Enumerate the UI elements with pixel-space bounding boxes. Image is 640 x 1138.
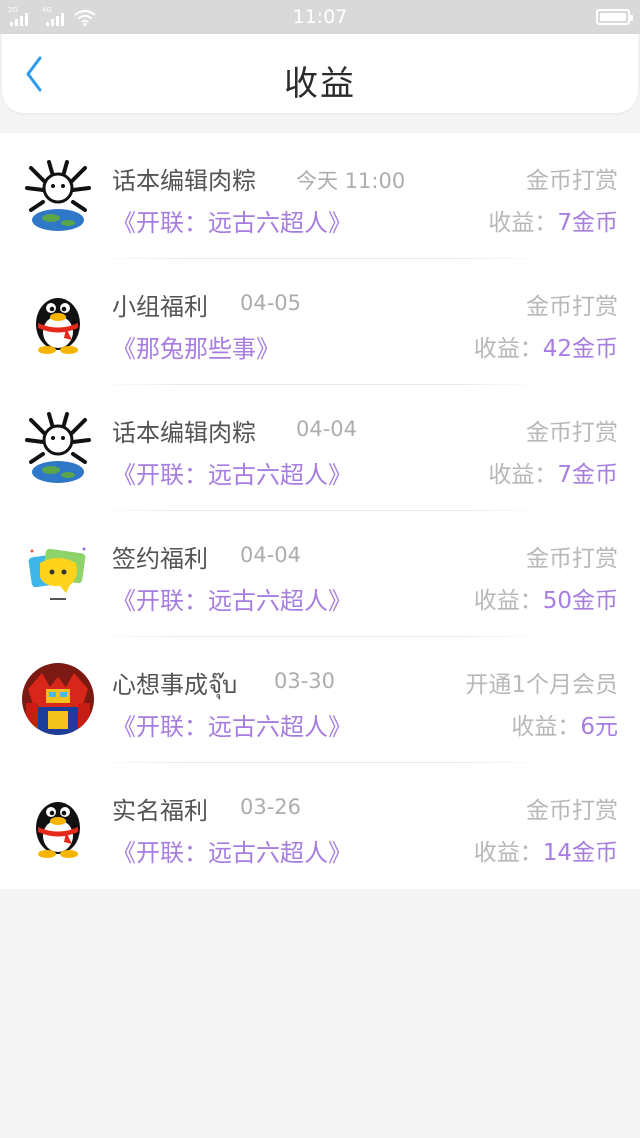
reward-type: 金币打赏: [526, 546, 618, 572]
qq-penguin-avatar: [22, 283, 94, 359]
income-amount: 收益：6元: [511, 707, 618, 741]
sender-name: 话本编辑肉粽: [112, 167, 256, 195]
book-title-link[interactable]: 《开联：远古六超人》: [112, 203, 352, 238]
income-amount: 收益：42金币: [474, 329, 618, 363]
qq-penguin-avatar: [22, 787, 94, 863]
list-item[interactable]: 签约福利 04-04 《开联：远古六超人》 金币打赏 收益：50金币: [0, 511, 640, 637]
book-title-link[interactable]: 《开联：远古六超人》: [112, 581, 352, 616]
sender-name: 话本编辑肉粽: [112, 419, 256, 447]
income-value: 6元: [580, 714, 618, 740]
chat-bubble-avatar: [22, 535, 94, 611]
income-label: 收益：: [488, 210, 558, 236]
list-item[interactable]: 心想事成จุ๊บ 03-30 《开联：远古六超人》 开通1个月会员 收益：6元: [0, 637, 640, 763]
sender-name: 小组福利: [112, 293, 208, 321]
income-label: 收益：: [473, 588, 543, 614]
date-label: 04-04: [296, 417, 358, 441]
reward-type: 金币打赏: [526, 294, 618, 320]
income-list: 话本编辑肉粽 今天 11:00 《开联：远古六超人》 金币打赏 收益：7金币 小…: [0, 133, 640, 889]
income-value: 42金币: [542, 336, 618, 362]
status-bar: 2G 4G 11:07: [0, 0, 640, 34]
book-title-link[interactable]: 《开联：远古六超人》: [112, 707, 352, 742]
book-title-link[interactable]: 《开联：远古六超人》: [112, 833, 352, 868]
date-label: 03-30: [274, 669, 336, 693]
robot-avatar: [22, 661, 94, 737]
income-label: 收益：: [473, 840, 543, 866]
date-label: 04-04: [240, 543, 302, 567]
status-time: 11:07: [292, 6, 348, 28]
income-label: 收益：: [488, 462, 558, 488]
reward-type: 开通1个月会员: [465, 672, 618, 698]
globe-avatar: [22, 409, 94, 485]
battery-icon: [596, 9, 633, 25]
list-item[interactable]: 话本编辑肉粽 今天 11:00 《开联：远古六超人》 金币打赏 收益：7金币: [0, 133, 640, 259]
book-title-link[interactable]: 《那兔那些事》: [112, 329, 280, 364]
date-label: 03-26: [240, 795, 302, 819]
page-title: 收益: [284, 64, 356, 104]
reward-type: 金币打赏: [526, 420, 618, 446]
income-label: 收益：: [511, 714, 581, 740]
nav-bar: 收益: [2, 34, 638, 113]
reward-type: 金币打赏: [526, 168, 618, 194]
income-amount: 收益：14金币: [474, 833, 618, 867]
income-value: 50金币: [542, 588, 618, 614]
income-value: 14金币: [542, 840, 618, 866]
list-item[interactable]: 话本编辑肉粽 04-04 《开联：远古六超人》 金币打赏 收益：7金币: [0, 385, 640, 511]
income-amount: 收益：50金币: [474, 581, 618, 615]
sender-name: 签约福利: [112, 545, 208, 573]
income-value: 7金币: [557, 462, 618, 488]
reward-type: 金币打赏: [526, 798, 618, 824]
income-label: 收益：: [473, 336, 543, 362]
date-label: 今天 11:00: [296, 169, 406, 193]
date-label: 04-05: [240, 291, 302, 315]
sender-name: 心想事成จุ๊บ: [112, 671, 238, 699]
income-value: 7金币: [557, 210, 618, 236]
list-item[interactable]: 实名福利 03-26 《开联：远古六超人》 金币打赏 收益：14金币: [0, 763, 640, 889]
income-amount: 收益：7金币: [488, 203, 618, 237]
globe-avatar: [22, 157, 94, 233]
income-amount: 收益：7金币: [488, 455, 618, 489]
list-item[interactable]: 小组福利 04-05 《那兔那些事》 金币打赏 收益：42金币: [0, 259, 640, 385]
book-title-link[interactable]: 《开联：远古六超人》: [112, 455, 352, 490]
sender-name: 实名福利: [112, 797, 208, 825]
